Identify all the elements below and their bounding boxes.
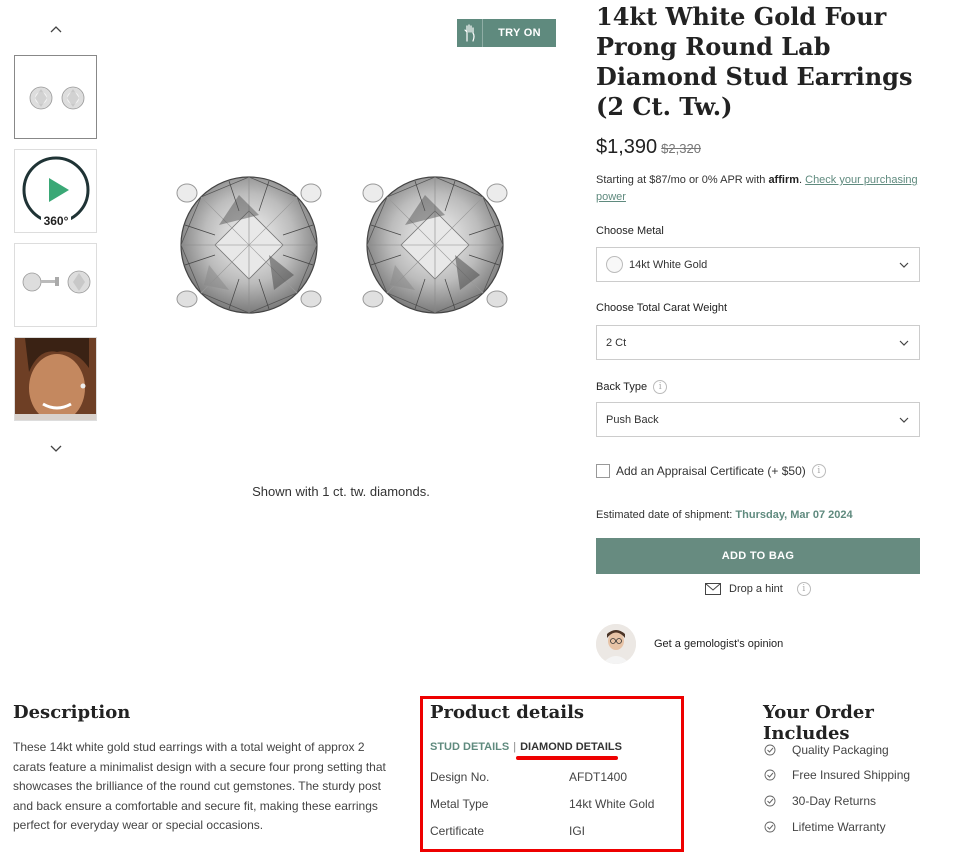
back-type-label: Back Type i (596, 380, 668, 394)
info-icon[interactable]: i (811, 464, 826, 478)
thumbnail-scroll-down-icon[interactable] (46, 441, 66, 457)
metal-label: Choose Metal (596, 225, 664, 237)
drop-hint-label: Drop a hint (729, 583, 783, 595)
carat-label-text: Choose Total Carat Weight (596, 302, 728, 314)
order-item: Quality Packaging (764, 743, 889, 757)
add-to-bag-button[interactable]: ADD TO BAG (596, 538, 920, 574)
appraisal-checkbox[interactable] (596, 464, 610, 478)
spec-row: Metal Type 14kt White Gold (430, 797, 680, 811)
image-caption: Shown with 1 ct. tw. diamonds. (252, 484, 430, 499)
shipping-estimate: Estimated date of shipment: Thursday, Ma… (596, 509, 853, 521)
check-circle-icon (764, 769, 776, 781)
check-circle-icon (764, 795, 776, 807)
thumbnail-model-wearing[interactable] (14, 337, 97, 421)
details-tabs: STUD DETAILS | DIAMOND DETAILS (430, 741, 622, 753)
original-price: $2,320 (661, 141, 701, 156)
metal-label-text: Choose Metal (596, 225, 664, 237)
spec-key: Certificate (430, 824, 485, 838)
product-details-title: Product details (430, 702, 585, 723)
info-icon[interactable]: i (653, 380, 668, 394)
metal-select[interactable]: 14kt White Gold (596, 247, 920, 282)
thumbnail-earrings-side[interactable] (14, 243, 97, 327)
carat-label: Choose Total Carat Weight (596, 302, 727, 314)
spec-value: AFDT1400 (569, 770, 628, 784)
try-on-label: TRY ON (498, 27, 541, 39)
order-includes-title: Your Order Includes (763, 702, 874, 744)
tab-stud-details[interactable]: STUD DETAILS (430, 741, 509, 753)
envelope-icon (705, 583, 721, 595)
thumbnail-360-video[interactable]: 360° (14, 149, 97, 233)
tab-diamond-details[interactable]: DIAMOND DETAILS (520, 741, 622, 753)
order-item: 30-Day Returns (764, 794, 876, 808)
chevron-down-icon (899, 340, 909, 346)
back-type-label-text: Back Type (596, 381, 648, 393)
gemologist-avatar (596, 624, 636, 664)
carat-select[interactable]: 2 Ct (596, 325, 920, 360)
check-circle-icon (764, 821, 776, 833)
order-item-label: 30-Day Returns (792, 794, 877, 808)
description-text: These 14kt white gold stud earrings with… (13, 740, 386, 832)
video-360-label: 360° (44, 214, 69, 228)
info-icon[interactable]: i (796, 582, 811, 596)
carat-select-value: 2 Ct (606, 336, 627, 349)
current-price: $1,390 (596, 136, 658, 158)
thumbnail-scroll-up-icon[interactable] (46, 21, 66, 37)
highlight-underline (516, 756, 618, 760)
metal-swatch-icon (606, 256, 623, 273)
order-item-label: Free Insured Shipping (792, 768, 911, 782)
hand-gesture-icon (457, 19, 483, 47)
appraisal-label: Add an Appraisal Certificate (+ $50) (616, 464, 806, 478)
back-type-select[interactable]: Push Back (596, 402, 920, 437)
gemologist-opinion[interactable]: Get a gemologist's opinion (596, 624, 783, 664)
spec-key: Design No. (430, 770, 490, 784)
order-item-label: Lifetime Warranty (792, 820, 886, 834)
order-item: Free Insured Shipping (764, 768, 910, 782)
back-type-select-value: Push Back (606, 413, 659, 426)
spec-key: Metal Type (430, 797, 489, 811)
check-circle-icon (764, 744, 776, 756)
spec-row: Certificate IGI (430, 824, 680, 838)
affirm-logo: affirm (768, 174, 799, 186)
tab-separator: | (513, 741, 517, 753)
main-product-image (170, 165, 515, 320)
financing-info: Starting at $87/mo or 0% APR with affirm… (596, 174, 918, 203)
spec-value: IGI (569, 824, 586, 838)
description-title: Description (13, 702, 131, 723)
shipping-date: Thursday, Mar 07 2024 (735, 509, 853, 521)
spec-row: Design No. AFDT1400 (430, 770, 680, 784)
order-item: Lifetime Warranty (764, 820, 886, 834)
product-title: 14kt White Gold Four Prong Round Lab Dia… (596, 2, 913, 121)
shipping-label: Estimated date of shipment: (596, 509, 733, 521)
gemologist-label: Get a gemologist's opinion (654, 638, 784, 650)
financing-text: Starting at $87/mo or 0% APR with (596, 174, 766, 186)
drop-hint-button[interactable]: Drop a hint i (705, 582, 811, 596)
try-on-button[interactable]: TRY ON (457, 19, 556, 47)
chevron-down-icon (899, 417, 909, 423)
metal-select-value: 14kt White Gold (629, 258, 708, 271)
chevron-down-icon (899, 262, 909, 268)
thumbnail-earrings-front[interactable] (14, 55, 97, 139)
price-row: $1,390 $2,320 (596, 136, 701, 159)
order-item-label: Quality Packaging (792, 743, 889, 757)
spec-value: 14kt White Gold (569, 797, 655, 811)
appraisal-option: Add an Appraisal Certificate (+ $50) i (596, 464, 826, 478)
